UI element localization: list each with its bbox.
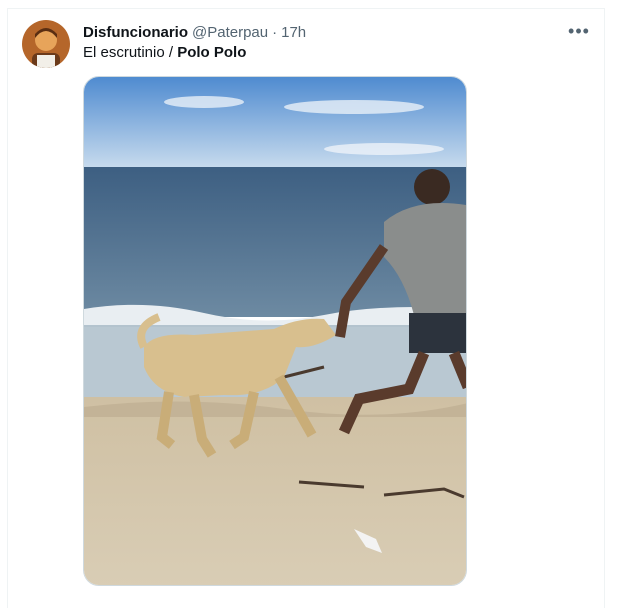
tweet-text-mention[interactable]: Polo Polo [177, 44, 246, 61]
author-name[interactable]: Disfuncionario [83, 24, 188, 41]
tweet-text: El escrutinio / Polo Polo [83, 44, 246, 61]
more-label: ••• [568, 20, 590, 41]
tweet-photo[interactable] [83, 76, 467, 586]
more-icon[interactable]: ••• [566, 20, 592, 42]
author-handle[interactable]: @Paterpau [192, 24, 268, 41]
avatar[interactable] [22, 20, 70, 68]
tweet-text-plain: El escrutinio / [83, 44, 178, 61]
beach-photo [84, 77, 466, 585]
tweet-header: Disfuncionario @Paterpau · 17h [83, 22, 306, 42]
tweet-time[interactable]: 17h [281, 24, 306, 41]
avatar-image [22, 20, 70, 68]
separator: · [272, 23, 278, 41]
